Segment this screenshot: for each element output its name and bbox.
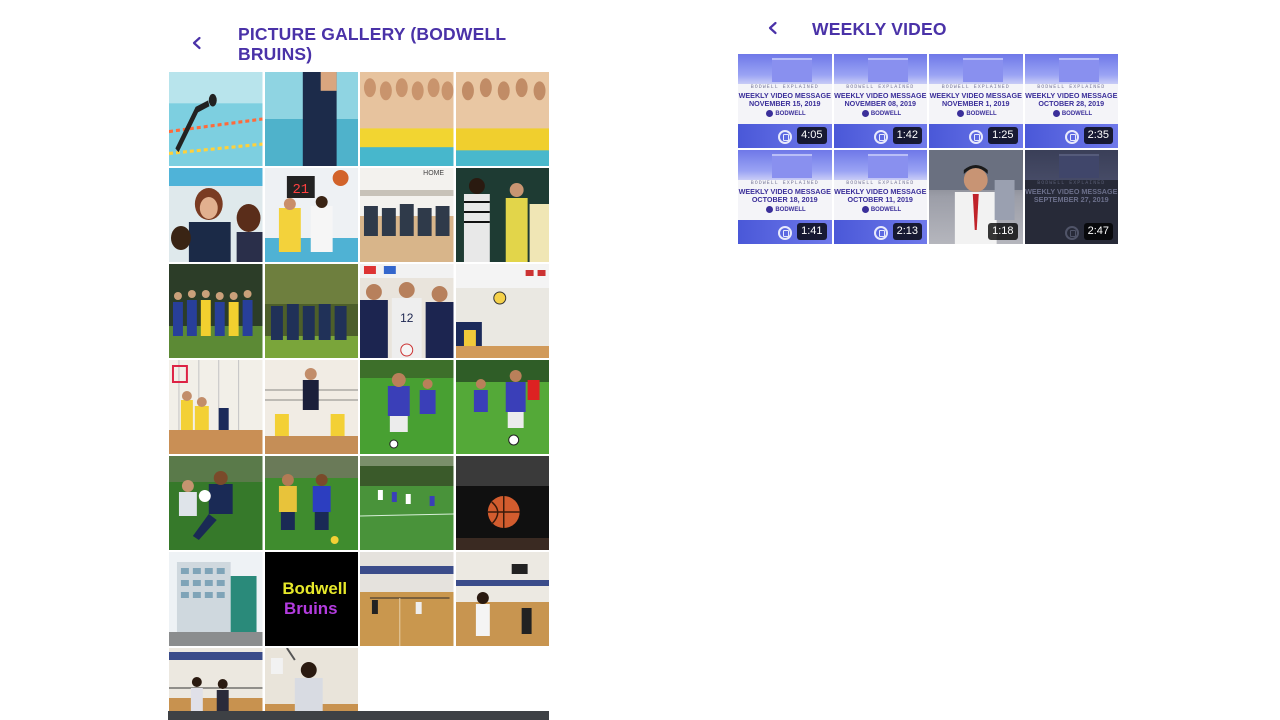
photo-school-building[interactable] [169, 552, 263, 646]
gallery-title: PICTURE GALLERY (BODWELL BRUINS) [238, 24, 506, 64]
video-date: NOVEMBER 15, 2019 [748, 99, 821, 108]
video-date: OCTOBER 11, 2019 [847, 195, 913, 204]
video-thumbnail[interactable]: BODWELL EXPLAINED WEEKLY VIDEO MESSAGE NO… [738, 54, 832, 148]
video-date: SEPTEMBER 27, 2019 [1033, 195, 1109, 204]
photo-team-trees[interactable] [264, 264, 358, 358]
bodwell-logo: BODWELL [957, 110, 997, 120]
photo-soccer-tackle[interactable] [169, 456, 263, 550]
photo-referee-players[interactable] [455, 168, 549, 262]
photo-grid: 21 HOME 12 Bodwell Bruins [169, 72, 549, 720]
bodwell-logo: BODWELL [861, 206, 902, 216]
video-duration: 4:05 [797, 127, 827, 144]
video-duration: 1:18 [988, 223, 1018, 240]
video-thumbnail[interactable]: BODWELL EXPLAINED WEEKLY VIDEO MESSAGE NO… [929, 54, 1023, 148]
video-thumbnail[interactable]: BODWELL EXPLAINED WEEKLY VIDEO MESSAGE NO… [833, 54, 927, 148]
scoreboard-number: 21 [292, 182, 309, 198]
video-thumbnail[interactable]: BODWELL EXPLAINED WEEKLY VIDEO MESSAGE OC… [1024, 54, 1118, 148]
photo-team-sitting-gym[interactable]: HOME [360, 168, 454, 262]
photo-soccer-chasing[interactable] [455, 360, 549, 454]
photo-swim-team-group-2[interactable] [455, 72, 549, 166]
video-date: NOVEMBER 1, 2019 [941, 99, 1010, 108]
bodwell-logo: BODWELL [861, 110, 902, 120]
photo-swim-team-group-1[interactable] [360, 72, 454, 166]
photo-soccer-duel[interactable] [264, 456, 358, 550]
play-badge-icon [778, 130, 792, 144]
video-date: OCTOBER 28, 2019 [1038, 99, 1105, 108]
photo-basketball-scoreboard[interactable]: 21 [264, 168, 358, 262]
video-duration: 2:35 [1083, 127, 1113, 144]
chevron-left-icon [192, 36, 201, 50]
home-sign: HOME [423, 170, 444, 177]
photo-soccer-field-wide[interactable] [360, 456, 454, 550]
play-badge-icon [1064, 226, 1079, 240]
picture-gallery-panel: PICTURE GALLERY (BODWELL BRUINS) 21 HOME [168, 0, 549, 720]
photo-volleyball-in-air[interactable] [455, 264, 549, 358]
bodwell-logo: BODWELL [1052, 110, 1093, 120]
photo-bodwell-bruins-logo[interactable]: Bodwell Bruins [264, 552, 358, 646]
video-duration: 1:42 [892, 127, 922, 144]
photo-volleyball-jump[interactable] [264, 360, 358, 454]
chevron-left-icon [768, 21, 777, 35]
video-title: WEEKLY VIDEO [812, 19, 947, 39]
play-badge-icon [778, 226, 792, 240]
video-date: NOVEMBER 08, 2019 [844, 99, 916, 108]
video-duration: 1:41 [797, 223, 827, 240]
video-thumbnail[interactable]: BODWELL EXPLAINED WEEKLY VIDEO MESSAGE OC… [833, 150, 927, 244]
play-badge-icon [969, 130, 983, 144]
gallery-back-button[interactable] [183, 29, 211, 57]
play-badge-icon [873, 226, 888, 240]
video-thumbnail[interactable]: BODWELL EXPLAINED WEEKLY VIDEO MESSAGE OC… [738, 150, 832, 244]
video-duration: 2:13 [892, 223, 922, 240]
photo-students-smiling[interactable] [169, 168, 263, 262]
video-duration: 1:25 [988, 127, 1018, 144]
photo-soccer-dribbling[interactable] [360, 360, 454, 454]
photo-badminton-serve[interactable] [264, 648, 358, 720]
video-duration: 2:47 [1083, 223, 1113, 240]
photo-badminton-gym-2[interactable] [455, 552, 549, 646]
play-badge-icon [1064, 130, 1079, 144]
video-thumbnail[interactable]: BODWELL EXPLAINED WEEKLY VIDEO MESSAGE SE… [1024, 150, 1118, 244]
bodwell-logo: BODWELL [766, 110, 806, 120]
video-date: OCTOBER 18, 2019 [751, 195, 818, 204]
logo-line-2: Bruins [283, 599, 337, 618]
bodwell-logo: BODWELL [766, 206, 806, 216]
photo-badminton-gym-1[interactable] [360, 552, 454, 646]
photo-swimmer-diving[interactable] [169, 72, 263, 166]
photo-badminton-doubles[interactable] [169, 648, 263, 720]
weekly-video-panel: WEEKLY VIDEO BODWELL EXPLAINED WEEKLY VI… [737, 0, 1119, 250]
video-thumbnail-speaker[interactable]: 1:18 [929, 150, 1023, 244]
bottom-navigation-bar [168, 711, 549, 720]
photo-basketball-closeup[interactable] [455, 456, 549, 550]
video-grid: BODWELL EXPLAINED WEEKLY VIDEO MESSAGE NO… [738, 54, 1118, 244]
play-badge-icon [873, 130, 888, 144]
logo-line-1: Bodwell [282, 579, 347, 598]
svg-text:12: 12 [400, 311, 414, 325]
photo-team-huddle[interactable] [169, 264, 263, 358]
photo-volleyball-spike[interactable] [169, 360, 263, 454]
photo-volleyball-players-posing[interactable]: 12 [360, 264, 454, 358]
photo-pool-coach[interactable] [264, 72, 358, 166]
video-back-button[interactable] [759, 14, 787, 42]
